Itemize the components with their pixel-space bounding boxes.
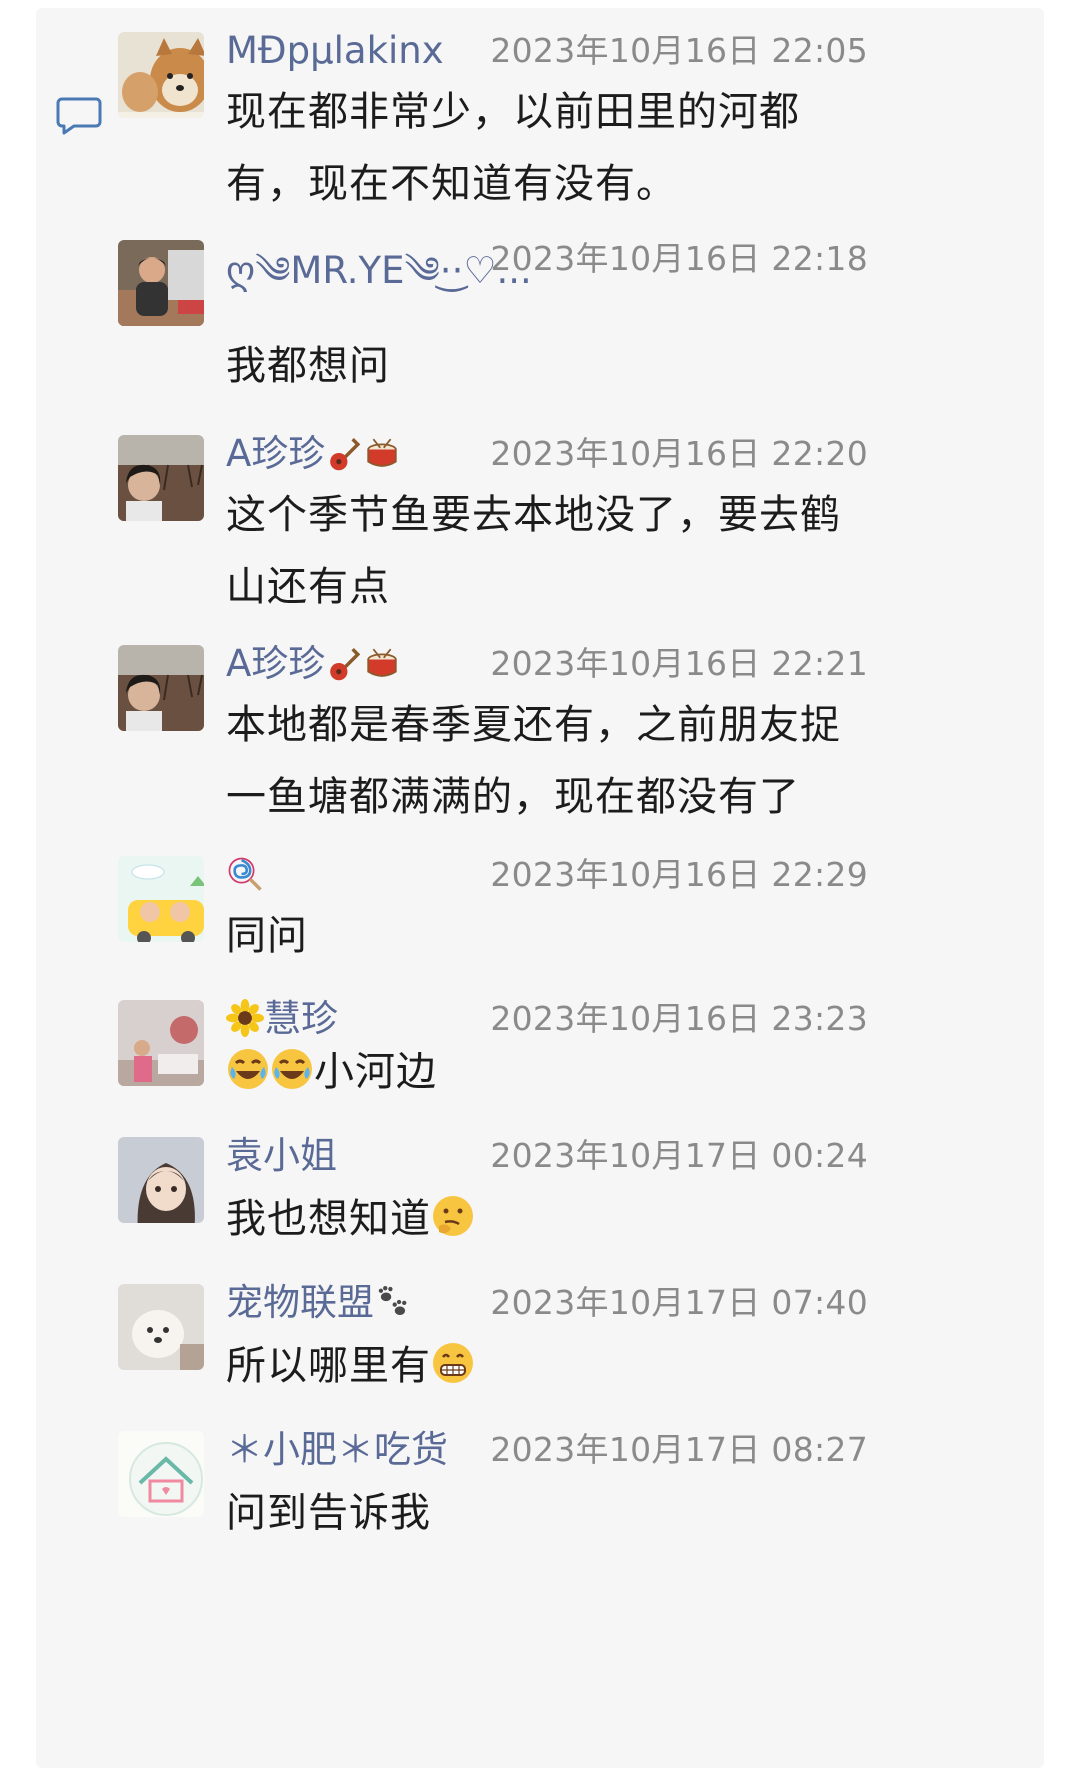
- comment-time: 2023年10月17日 08:27: [490, 1430, 868, 1469]
- comment-text: 我也想知道: [226, 1183, 866, 1255]
- laugh-cry-emoji: [270, 1047, 314, 1091]
- comment-author[interactable]: ＊小肥＊吃货: [226, 1425, 448, 1475]
- comment-text: 同问: [226, 913, 308, 959]
- shiba-dog-avatar[interactable]: [118, 32, 204, 118]
- comment-author[interactable]: ღ༄MR.YE༄·͜·♡...: [226, 246, 532, 296]
- comment-text: 所以哪里有: [226, 1330, 866, 1402]
- drum-emoji: [363, 434, 401, 472]
- sunflower-emoji: [226, 999, 264, 1037]
- author-name: A珍珍: [226, 432, 326, 475]
- comment-time: 2023年10月17日 00:24: [490, 1136, 868, 1175]
- room-photo-avatar[interactable]: [118, 1000, 204, 1086]
- white-dog-avatar[interactable]: [118, 1284, 204, 1370]
- comment-time: 2023年10月16日 22:29: [490, 855, 868, 894]
- guitar-emoji: [325, 644, 363, 682]
- house-logo-avatar[interactable]: [118, 1431, 204, 1517]
- comment-text: 问到告诉我: [226, 1490, 431, 1536]
- drum-emoji: [363, 644, 401, 682]
- comment-text: 这个季节鱼要去本地没了，要去鹤山还有点: [226, 492, 841, 610]
- thinking-emoji: [431, 1194, 475, 1238]
- comment-author[interactable]: MĐpµlakinx: [226, 26, 444, 76]
- woman-field-avatar[interactable]: [118, 645, 204, 731]
- paw-prints-emoji: [374, 1283, 412, 1321]
- comment-author[interactable]: [226, 850, 264, 900]
- comment-time: 2023年10月16日 22:21: [490, 644, 868, 683]
- laugh-cry-emoji: [226, 1047, 270, 1091]
- comment-author[interactable]: 袁小姐: [226, 1131, 337, 1181]
- comment-author[interactable]: A珍珍: [226, 639, 401, 689]
- man-photo-avatar[interactable]: [118, 240, 204, 326]
- comment-bubble-icon[interactable]: [56, 96, 106, 142]
- guitar-emoji: [325, 434, 363, 472]
- comment-text-content: 我也想知道: [226, 1196, 431, 1242]
- comment-time: 2023年10月16日 22:05: [490, 31, 868, 70]
- comment-text: 本地都是春季夏还有，之前朋友捉一鱼塘都满满的，现在都没有了: [226, 702, 841, 820]
- comment-text-content: 所以哪里有: [226, 1343, 431, 1389]
- woman-field-avatar[interactable]: [118, 435, 204, 521]
- comment-time: 2023年10月16日 22:18: [490, 239, 868, 278]
- grin-emoji: [431, 1341, 475, 1385]
- comment-text: 现在都非常少，以前田里的河都有，现在不知道有没有。: [226, 89, 800, 207]
- comment-time: 2023年10月16日 22:20: [490, 434, 868, 473]
- author-name: 慧珍: [264, 997, 338, 1040]
- comment-author[interactable]: A珍珍: [226, 429, 401, 479]
- comment-text-content: 小河边: [314, 1049, 437, 1095]
- anime-girl-avatar[interactable]: [118, 1137, 204, 1223]
- author-name: A珍珍: [226, 642, 326, 685]
- lollipop-emoji: [226, 855, 264, 893]
- comment-time: 2023年10月17日 07:40: [490, 1283, 868, 1322]
- comment-text: 我都想问: [226, 343, 390, 389]
- author-name: 宠物联盟: [226, 1281, 374, 1324]
- comment-text: 小河边: [226, 1036, 866, 1108]
- kids-cartoon-avatar[interactable]: [118, 856, 204, 942]
- comment-author[interactable]: 宠物联盟: [226, 1278, 412, 1328]
